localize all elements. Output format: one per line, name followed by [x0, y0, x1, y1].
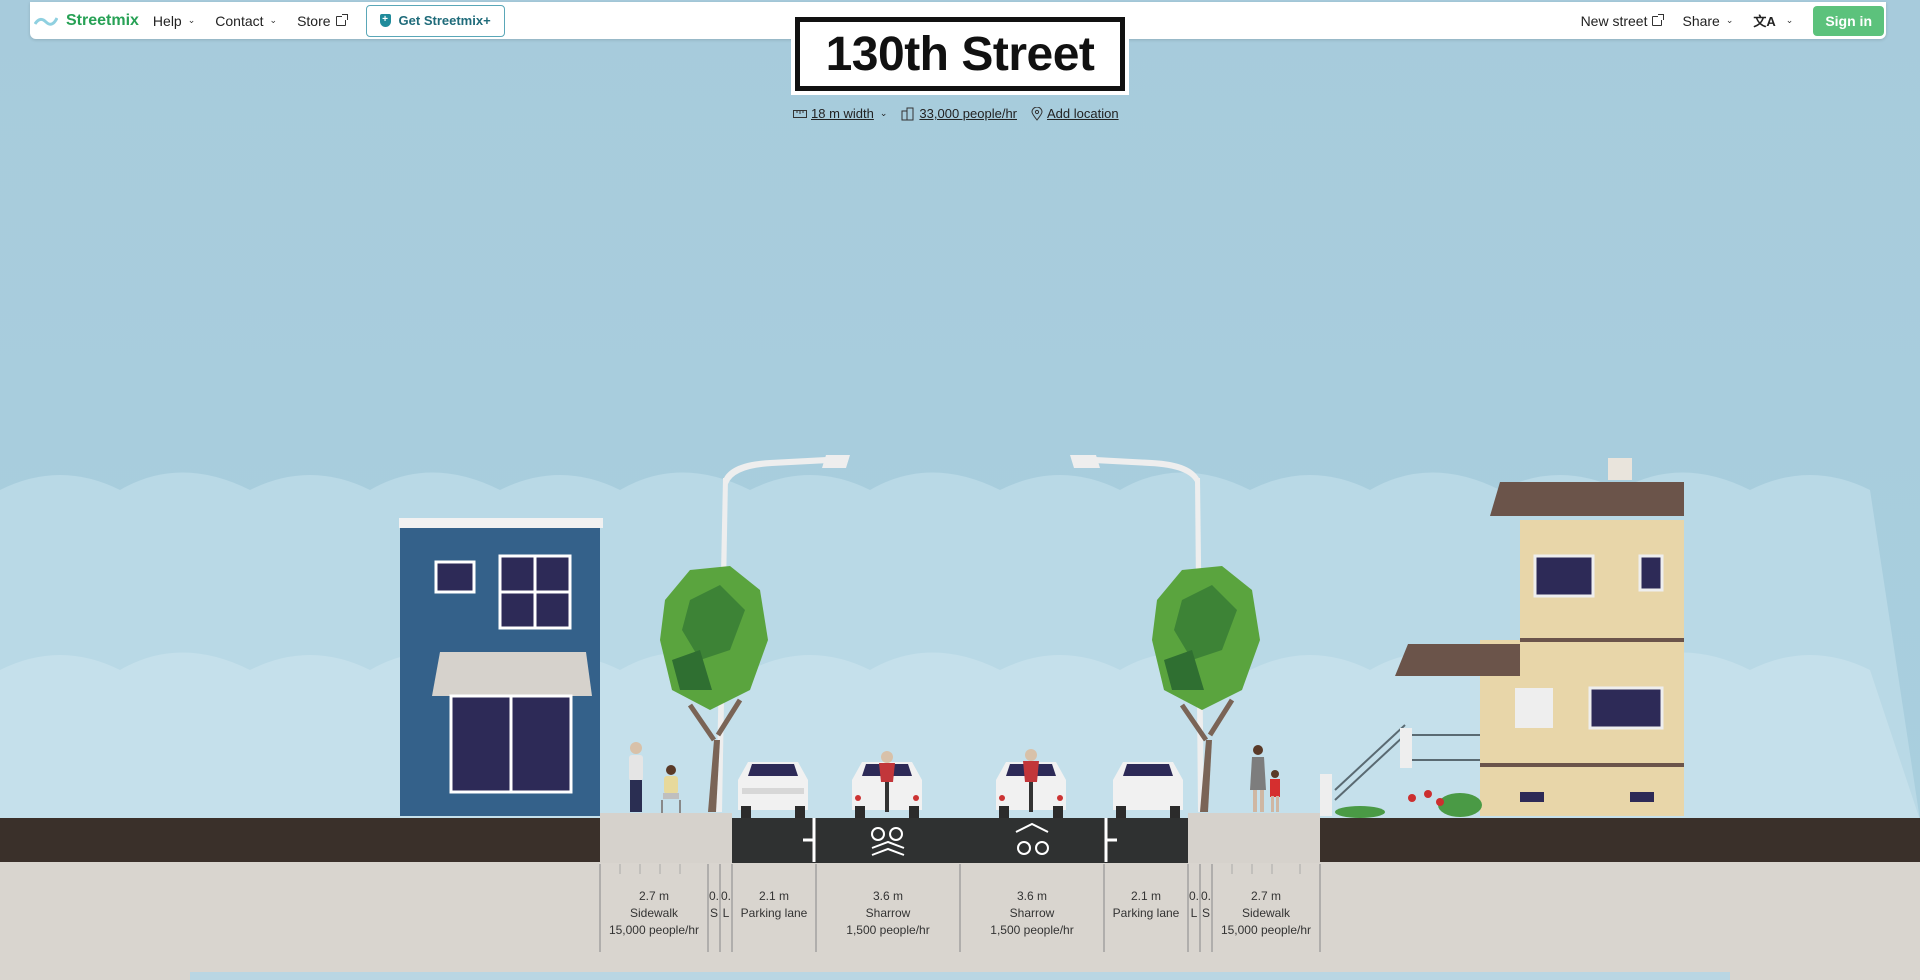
street-meta: 18 m width ⌄ 33,000 people/hr Add locati… — [793, 106, 1133, 121]
segment-capacity: 15,000 people/hr — [608, 923, 700, 937]
ground-left — [0, 818, 600, 863]
ground-right — [1320, 818, 1920, 863]
segment-name: Sidewalk — [1241, 906, 1291, 920]
segment-capacity: 15,000 people/hr — [1220, 923, 1312, 937]
segment-palette — [190, 972, 1730, 980]
car-parked-right — [1113, 762, 1183, 818]
street-width-control[interactable]: 18 m width ⌄ — [793, 106, 887, 121]
street-scene — [0, 0, 1920, 980]
segment-name: S — [709, 906, 718, 920]
segment-label-l-right[interactable]: 0. L — [1188, 888, 1200, 922]
segment-label-s-left[interactable]: 0. S — [708, 888, 720, 922]
segment-label-sidewalk-right[interactable]: 2.7 m Sidewalk 15,000 people/hr — [1212, 888, 1320, 939]
help-label: Help — [152, 12, 182, 29]
contact-menu[interactable]: Contact ⌄ — [215, 13, 277, 29]
segment-width: 2.7 m — [638, 889, 669, 903]
language-menu[interactable]: 文A ⌄ — [1753, 11, 1793, 30]
road — [732, 818, 1188, 863]
chevron-down-icon: ⌄ — [879, 108, 888, 118]
segment-name: Sidewalk — [629, 906, 679, 920]
segment-label-parking-right[interactable]: 2.1 m Parking lane — [1104, 888, 1188, 922]
streetmix-wave-icon — [34, 16, 58, 26]
street-width-value: 18 m width — [811, 106, 874, 121]
street-capacity-value: 33,000 people/hr — [919, 106, 1018, 121]
segment-width: 3.6 m — [872, 889, 903, 903]
segment-width: 0. — [1188, 889, 1199, 903]
external-link-icon — [335, 13, 348, 26]
chevron-down-icon: ⌄ — [1785, 15, 1794, 25]
chevron-down-icon: ⌄ — [1725, 15, 1734, 25]
buildings-icon — [901, 107, 914, 120]
segment-width: 3.6 m — [1016, 889, 1047, 903]
segment-name: Parking lane — [740, 906, 808, 920]
segment-width: 0. — [708, 889, 719, 903]
new-street-label: New street — [1580, 12, 1648, 29]
segment-width: 2.7 m — [1250, 889, 1281, 903]
chevron-down-icon: ⌄ — [187, 15, 196, 25]
segment-capacity: 1,500 people/hr — [990, 923, 1074, 937]
location-pin-icon — [1031, 106, 1043, 121]
sidewalk-right — [1188, 813, 1320, 863]
segment-label-s-right[interactable]: 0. S — [1200, 888, 1212, 922]
add-location-link[interactable]: Add location — [1031, 106, 1119, 121]
get-streetmix-plus-button[interactable]: + Get Streetmix+ — [365, 4, 505, 37]
segment-name: Parking lane — [1112, 906, 1180, 920]
segment-label-sharrow-left[interactable]: 3.6 m Sharrow 1,500 people/hr — [816, 888, 960, 939]
street-name-sign[interactable]: 130th Street — [791, 13, 1129, 95]
help-menu[interactable]: Help ⌄ — [153, 13, 195, 29]
segment-label-sharrow-right[interactable]: 3.6 m Sharrow 1,500 people/hr — [960, 888, 1104, 939]
segment-width: 2.1 m — [758, 889, 789, 903]
ruler-icon — [793, 109, 807, 118]
share-menu[interactable]: Share ⌄ — [1682, 13, 1733, 29]
store-label: Store — [297, 12, 331, 29]
get-plus-label: Get Streetmix+ — [398, 13, 491, 28]
segment-name: S — [1201, 906, 1210, 920]
segment-width: 2.1 m — [1130, 889, 1161, 903]
share-label: Share — [1682, 12, 1720, 29]
car-parked-left — [738, 762, 808, 818]
contact-label: Contact — [215, 12, 264, 29]
store-link[interactable]: Store — [297, 12, 348, 29]
segment-name: Sharrow — [1009, 906, 1055, 920]
add-location-label: Add location — [1047, 106, 1119, 121]
segment-width: 0. — [720, 889, 731, 903]
segment-label-l-left[interactable]: 0. L — [720, 888, 732, 922]
segment-capacity: 1,500 people/hr — [846, 923, 930, 937]
segment-name: L — [722, 906, 730, 920]
shield-plus-icon: + — [379, 14, 391, 27]
sidewalk-left — [600, 813, 732, 863]
logo-text: Streetmix — [66, 11, 139, 29]
segment-label-sidewalk-left[interactable]: 2.7 m Sidewalk 15,000 people/hr — [600, 888, 708, 939]
segment-name: Sharrow — [865, 906, 911, 920]
street-capacity[interactable]: 33,000 people/hr — [901, 106, 1017, 121]
new-street-link[interactable]: New street — [1580, 12, 1665, 29]
building-left — [399, 518, 603, 816]
segment-width: 0. — [1200, 889, 1211, 903]
external-link-icon — [1652, 13, 1665, 26]
sign-in-button[interactable]: Sign in — [1813, 5, 1884, 36]
chevron-down-icon: ⌄ — [269, 15, 278, 25]
segment-name: L — [1190, 906, 1198, 920]
translate-icon: 文A — [1753, 14, 1776, 29]
segment-label-parking-left[interactable]: 2.1 m Parking lane — [732, 888, 816, 922]
streetmix-logo[interactable]: Streetmix — [34, 12, 139, 30]
